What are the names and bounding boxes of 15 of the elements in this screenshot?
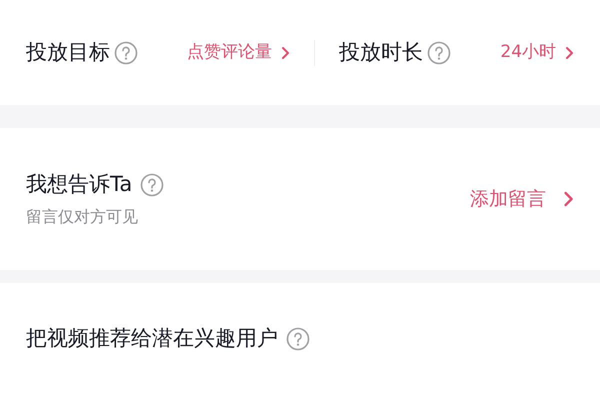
help-icon[interactable] <box>114 40 138 64</box>
chevron-right-icon <box>280 46 290 60</box>
section-subtitle: 留言仅对方可见 <box>26 206 139 228</box>
help-icon[interactable] <box>140 173 164 197</box>
section-title: 我想告诉Ta <box>26 171 132 198</box>
help-icon[interactable] <box>427 40 452 64</box>
help-icon[interactable] <box>286 326 310 351</box>
setting-value[interactable]: 点赞评论量 <box>187 40 272 66</box>
setting-label: 投放时长 <box>339 38 424 66</box>
add-message-link[interactable]: 添加留言 <box>470 184 546 214</box>
chevron-right-icon <box>562 190 574 208</box>
section-title: 把视频推荐给潜在兴趣用户 <box>26 325 278 352</box>
setting-value[interactable]: 24小时 <box>500 40 556 66</box>
setting-label: 投放目标 <box>26 38 110 66</box>
chevron-right-icon <box>564 46 574 60</box>
